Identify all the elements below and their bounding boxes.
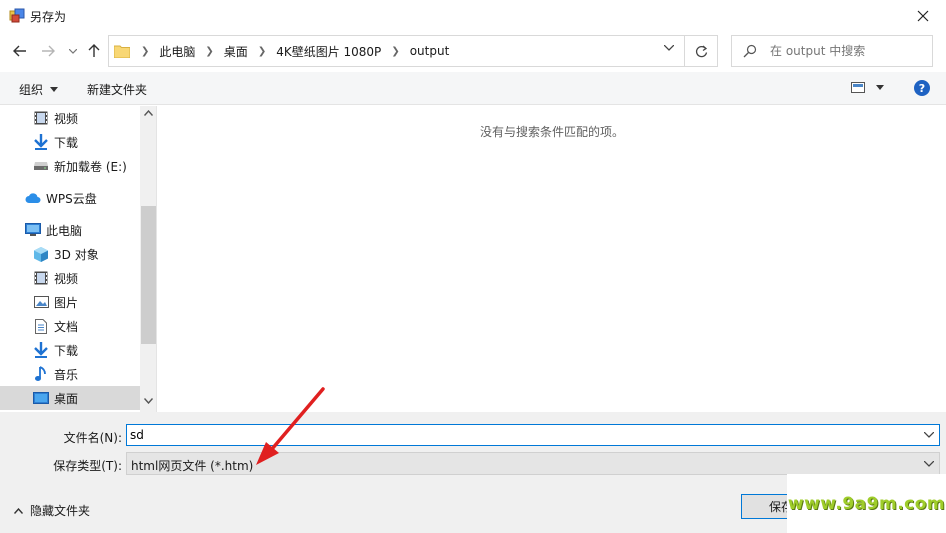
- help-button[interactable]: ?: [914, 80, 930, 96]
- refresh-button[interactable]: [685, 35, 718, 67]
- video-icon: [33, 270, 49, 286]
- window-title: 另存为: [30, 10, 67, 24]
- nav-item-label: 桌面: [54, 391, 79, 406]
- breadcrumb-separator-icon[interactable]: ❯: [201, 46, 217, 57]
- filename-label: 文件名(N):: [63, 431, 122, 445]
- navigation-pane: 视频 下载 新加载卷 (E:) WPS云盘 此电脑 3D 对象 视频 图片 文档…: [0, 106, 157, 412]
- nav-item-label: 3D 对象: [54, 247, 99, 262]
- watermark: www.9a9m.com: [787, 474, 946, 533]
- breadcrumb-desktop[interactable]: 桌面: [218, 43, 254, 60]
- breadcrumb-separator-icon[interactable]: ❯: [137, 46, 153, 57]
- nav-item-videos[interactable]: 视频: [0, 106, 140, 130]
- chevron-up-icon[interactable]: [144, 110, 153, 116]
- breadcrumb: ❯ 此电脑 ❯ 桌面 ❯ 4K壁纸图片 1080P ❯ output: [137, 36, 455, 66]
- nav-item-documents[interactable]: 文档: [0, 314, 140, 338]
- caret-down-icon: [50, 87, 59, 92]
- arrow-left-icon: [13, 45, 26, 57]
- nav-scrollbar[interactable]: [140, 106, 156, 412]
- breadcrumb-separator-icon[interactable]: ❯: [387, 46, 403, 57]
- close-icon: [917, 10, 929, 22]
- nav-item-downloads[interactable]: 下载: [0, 130, 140, 154]
- breadcrumb-this-pc[interactable]: 此电脑: [153, 43, 201, 60]
- nav-item-label: 下载: [54, 343, 79, 358]
- nav-item-label: 视频: [54, 271, 79, 286]
- arrow-right-icon: [42, 45, 55, 57]
- arrow-up-icon: [88, 44, 100, 57]
- filetype-value: html网页文件 (*.htm): [131, 459, 254, 473]
- search-input[interactable]: [770, 36, 930, 66]
- nav-item-desktop[interactable]: 桌面: [0, 386, 140, 410]
- close-button[interactable]: [900, 0, 946, 32]
- nav-item-music[interactable]: 音乐: [0, 362, 140, 386]
- nav-item-label: 文档: [54, 319, 79, 334]
- nav-item-pictures[interactable]: 图片: [0, 290, 140, 314]
- breadcrumb-output[interactable]: output: [404, 44, 456, 58]
- desktop-icon: [33, 390, 49, 406]
- nav-item-videos-2[interactable]: 视频: [0, 266, 140, 290]
- organize-label: 组织: [19, 83, 44, 97]
- folder-icon: [114, 45, 130, 58]
- nav-item-label: 图片: [54, 295, 79, 310]
- 3d-objects-icon: [33, 246, 49, 262]
- chevron-down-icon[interactable]: [664, 45, 674, 51]
- nav-item-label: 新加载卷 (E:): [54, 159, 127, 174]
- forward-button[interactable]: [38, 41, 58, 61]
- computer-icon: [25, 222, 41, 238]
- command-toolbar: 组织 新建文件夹 ?: [0, 72, 946, 105]
- nav-item-3d-objects[interactable]: 3D 对象: [0, 242, 140, 266]
- breadcrumb-separator-icon[interactable]: ❯: [254, 46, 270, 57]
- nav-item-label: 此电脑: [46, 223, 83, 238]
- address-bar[interactable]: ❯ 此电脑 ❯ 桌面 ❯ 4K壁纸图片 1080P ❯ output: [108, 35, 685, 67]
- view-icon: [851, 82, 865, 93]
- filename-combobox[interactable]: [126, 424, 940, 446]
- cloud-icon: [25, 190, 41, 206]
- video-icon: [33, 110, 49, 126]
- filename-input[interactable]: [130, 425, 910, 445]
- chevron-down-icon[interactable]: [144, 398, 153, 404]
- scroll-thumb[interactable]: [141, 206, 156, 344]
- chevron-down-icon: [69, 48, 77, 54]
- nav-item-label: 下载: [54, 135, 79, 150]
- chevron-down-icon[interactable]: [924, 432, 934, 438]
- filetype-label: 保存类型(T):: [53, 459, 122, 473]
- nav-item-drive-e[interactable]: 新加载卷 (E:): [0, 154, 140, 178]
- music-icon: [33, 366, 49, 382]
- caret-down-icon: [876, 85, 884, 90]
- nav-item-label: WPS云盘: [46, 191, 97, 206]
- nav-item-label: 视频: [54, 111, 79, 126]
- download-icon: [33, 342, 49, 358]
- hide-folders-button[interactable]: 隐藏文件夹: [14, 502, 90, 519]
- nav-item-label: 音乐: [54, 367, 79, 382]
- file-list-area[interactable]: 没有与搜索条件匹配的项。: [158, 106, 946, 412]
- back-button[interactable]: [10, 41, 30, 61]
- title-bar: 另存为: [0, 0, 946, 32]
- search-box[interactable]: [731, 35, 933, 67]
- drive-icon: [33, 158, 49, 174]
- hide-folders-label: 隐藏文件夹: [30, 504, 91, 518]
- watermark-text: www.9a9m.com: [787, 493, 946, 514]
- breadcrumb-wallpaper-folder[interactable]: 4K壁纸图片 1080P: [270, 43, 387, 60]
- navigation-bar: ❯ 此电脑 ❯ 桌面 ❯ 4K壁纸图片 1080P ❯ output: [0, 32, 946, 70]
- save-dialog-icon: [9, 8, 25, 23]
- download-icon: [33, 134, 49, 150]
- filetype-select[interactable]: html网页文件 (*.htm): [126, 452, 940, 475]
- nav-item-wps-cloud[interactable]: WPS云盘: [0, 186, 140, 210]
- chevron-down-icon: [924, 461, 934, 467]
- picture-icon: [33, 294, 49, 310]
- chevron-up-icon: [14, 507, 23, 514]
- new-folder-button[interactable]: 新建文件夹: [87, 81, 147, 98]
- view-options-button[interactable]: [851, 82, 884, 93]
- up-button[interactable]: [84, 41, 104, 61]
- search-icon: [743, 44, 757, 58]
- organize-button[interactable]: 组织: [19, 81, 59, 98]
- recent-locations-button[interactable]: [63, 41, 83, 61]
- document-icon: [33, 318, 49, 334]
- refresh-icon: [695, 45, 707, 57]
- nav-item-this-pc[interactable]: 此电脑: [0, 218, 140, 242]
- nav-item-downloads-2[interactable]: 下载: [0, 338, 140, 362]
- empty-message: 没有与搜索条件匹配的项。: [479, 125, 624, 139]
